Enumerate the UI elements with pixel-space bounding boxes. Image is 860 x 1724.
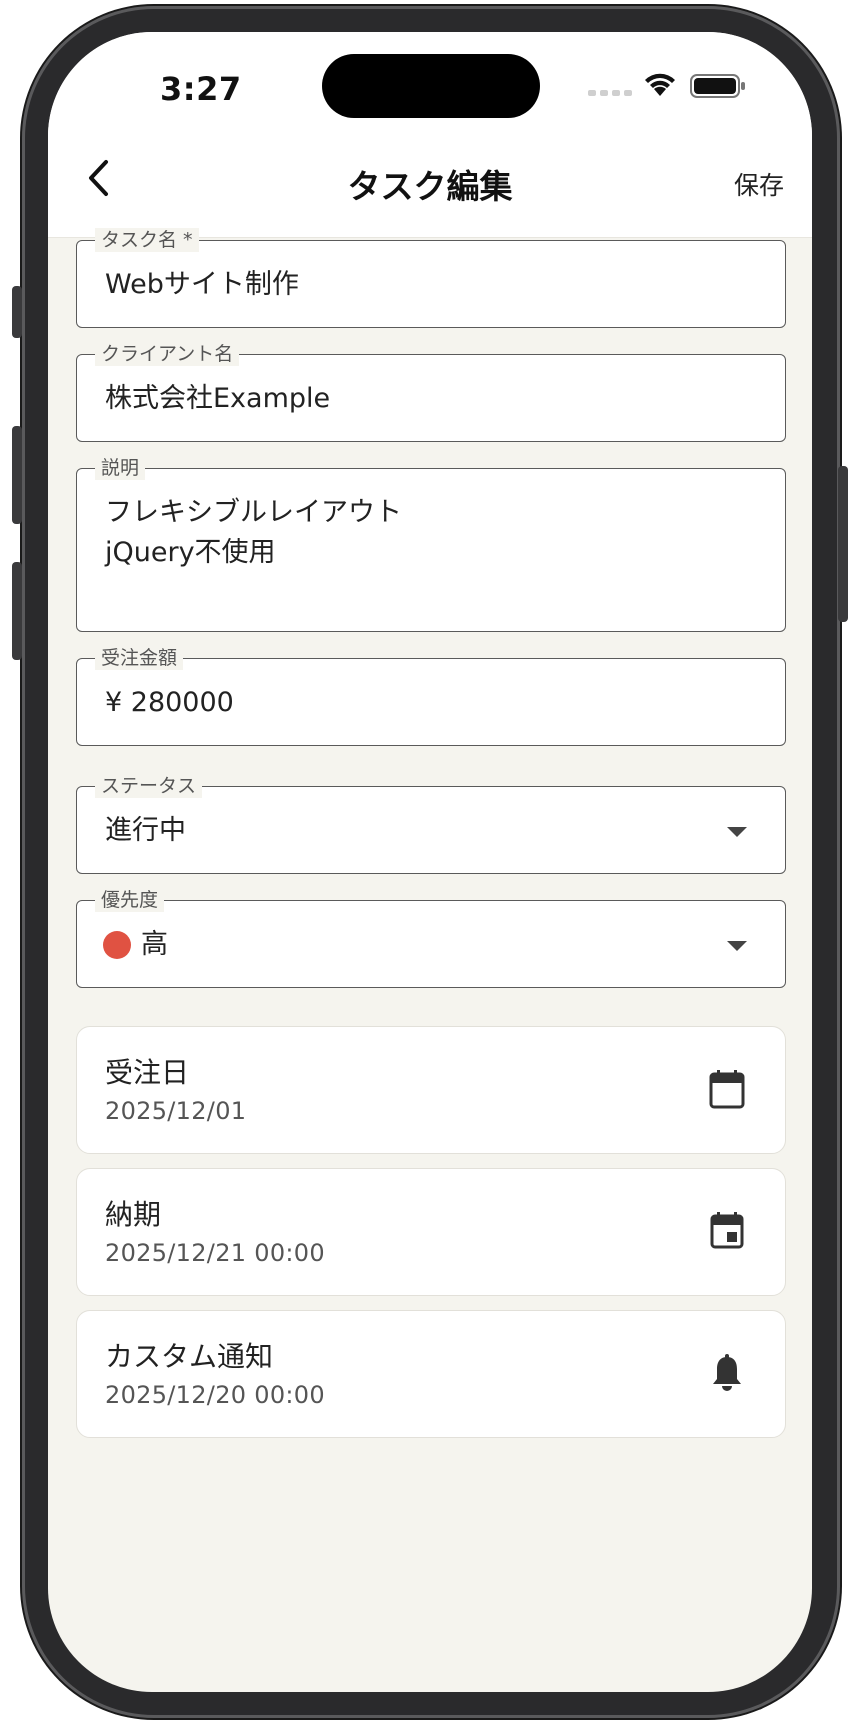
cellular-signal-icon [588,90,632,96]
app-screen: 3:27 タスク編集 保存 タスク名 * Webサイト制作 クライアント名 株式… [48,32,812,1692]
order-date-card[interactable]: 受注日 2025/12/01 [76,1026,786,1154]
header-area: 3:27 タスク編集 保存 [48,32,812,238]
wifi-icon [645,73,675,96]
dropdown-arrow-icon [727,827,747,837]
page-title: タスク編集 [347,167,513,206]
bell-icon [713,1354,741,1391]
battery-icon [690,74,745,98]
description-label: 説明 [95,456,146,480]
due-date-title: 納期 [105,1198,162,1231]
dropdown-arrow-icon [727,941,747,951]
task-name-label: タスク名 * [95,228,199,252]
priority-selected-value: 高 [141,929,168,960]
amount-field[interactable]: 受注金額 ¥ 280000 [76,646,786,746]
priority-dropdown[interactable]: 優先度 高 [76,888,786,988]
volume-up-button [12,426,22,524]
status-selected-value: 進行中 [105,815,186,846]
client-name-input[interactable]: 株式会社Example [105,379,330,419]
order-date-title: 受注日 [105,1056,190,1089]
volume-down-button [12,562,22,660]
due-date-value: 2025/12/21 00:00 [105,1239,325,1267]
status-dropdown[interactable]: ステータス 進行中 [76,774,786,874]
priority-label: 優先度 [95,888,165,912]
client-name-label: クライアント名 [95,342,240,366]
order-date-value: 2025/12/01 [105,1097,247,1125]
status-label: ステータス [95,774,203,798]
dynamic-island [322,54,540,118]
notification-value: 2025/12/20 00:00 [105,1381,325,1409]
description-textarea[interactable]: フレキシブルレイアウト jQuery不使用 [105,493,402,573]
description-field[interactable]: 説明 フレキシブルレイアウト jQuery不使用 [76,456,786,632]
due-date-card[interactable]: 納期 2025/12/21 00:00 [76,1168,786,1296]
task-name-input[interactable]: Webサイト制作 [105,265,299,305]
save-button[interactable]: 保存 [734,166,784,202]
notification-title: カスタム通知 [105,1340,274,1373]
calendar-icon [709,1070,745,1109]
calendar-event-icon [710,1212,744,1249]
mute-switch [12,286,22,338]
amount-input[interactable]: ¥ 280000 [105,683,234,723]
power-button [838,466,848,622]
notification-card[interactable]: カスタム通知 2025/12/20 00:00 [76,1310,786,1438]
amount-label: 受注金額 [95,646,184,670]
status-time: 3:27 [160,70,242,108]
priority-dot-icon [103,931,131,959]
task-name-field[interactable]: タスク名 * Webサイト制作 [76,228,786,328]
client-name-field[interactable]: クライアント名 株式会社Example [76,342,786,442]
